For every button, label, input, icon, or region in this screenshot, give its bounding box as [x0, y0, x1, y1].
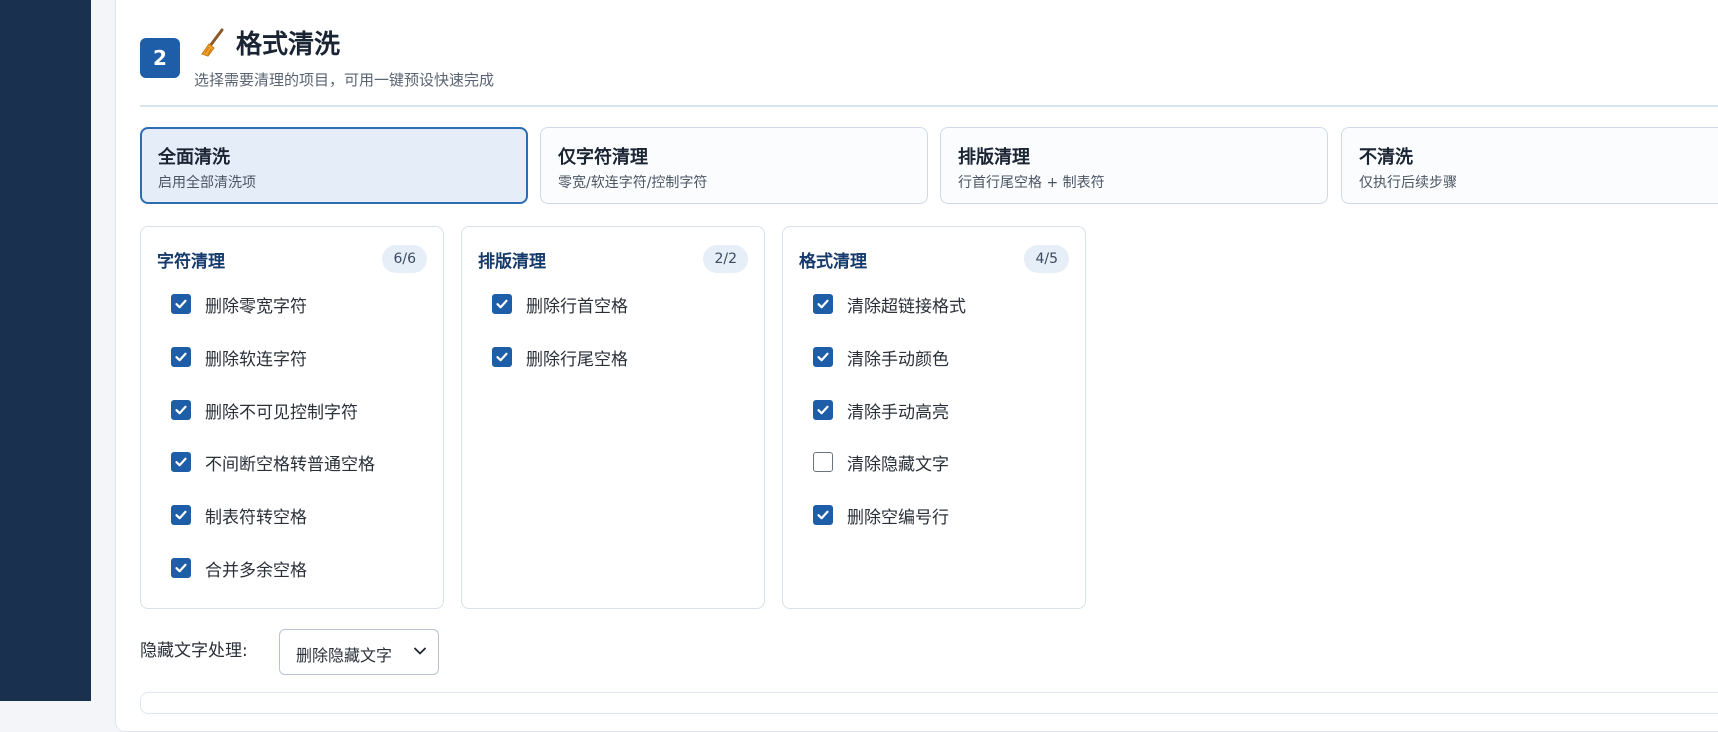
hidden-text-label: 隐藏文字处理: [140, 641, 248, 661]
option-label: 删除零宽字符 [205, 296, 307, 317]
option-zero-width[interactable]: 删除零宽字符 [171, 290, 307, 318]
option-clear-hidden-text[interactable]: 清除隐藏文字 [813, 448, 949, 476]
option-label: 删除不可见控制字符 [205, 402, 358, 423]
option-clear-color[interactable]: 清除手动颜色 [813, 343, 949, 371]
option-merge-spaces[interactable]: 合并多余空格 [171, 554, 307, 582]
preset-layout-clean[interactable]: 排版清理 行首行尾空格 + 制表符 [940, 127, 1328, 204]
checkbox-checked[interactable] [171, 347, 191, 367]
group-title: 格式清理 [799, 252, 867, 272]
option-label: 删除空编号行 [847, 507, 949, 528]
checkbox-checked[interactable] [813, 505, 833, 525]
group-title: 排版清理 [478, 252, 546, 272]
broom-icon [201, 28, 224, 57]
option-soft-hyphen[interactable]: 删除软连字符 [171, 343, 307, 371]
group-count-badge: 4/5 [1024, 245, 1069, 273]
next-section-card [140, 692, 1718, 714]
option-label: 合并多余空格 [205, 560, 307, 581]
option-label: 删除行尾空格 [526, 349, 628, 370]
group-char-clean: 字符清理 6/6 删除零宽字符 删除软连字符 删除不可见控制字符 不间断空格转普… [140, 226, 444, 609]
group-count-badge: 2/2 [703, 245, 748, 273]
option-clear-highlight[interactable]: 清除手动高亮 [813, 396, 949, 424]
option-label: 清除隐藏文字 [847, 454, 949, 475]
select-value: 删除隐藏文字 [296, 646, 393, 665]
preset-char-only[interactable]: 仅字符清理 零宽/软连字符/控制字符 [540, 127, 928, 204]
option-control-chars[interactable]: 删除不可见控制字符 [171, 396, 358, 424]
section-subtitle: 选择需要清理的项目，可用一键预设快速完成 [194, 71, 495, 89]
preset-title: 不清洗 [1359, 147, 1413, 168]
option-label: 不间断空格转普通空格 [205, 454, 375, 475]
option-label: 删除行首空格 [526, 296, 628, 317]
preset-title: 全面清洗 [158, 147, 230, 168]
checkbox-checked[interactable] [813, 294, 833, 314]
checkbox-checked[interactable] [813, 347, 833, 367]
option-label: 删除软连字符 [205, 349, 307, 370]
preset-title: 排版清理 [958, 147, 1030, 168]
checkbox-checked[interactable] [492, 294, 512, 314]
option-nbsp[interactable]: 不间断空格转普通空格 [171, 448, 375, 476]
option-trailing-space[interactable]: 删除行尾空格 [492, 343, 628, 371]
group-layout-clean: 排版清理 2/2 删除行首空格 删除行尾空格 [461, 226, 765, 609]
group-format-clean: 格式清理 4/5 清除超链接格式 清除手动颜色 清除手动高亮 清除隐藏文字 删除… [782, 226, 1086, 609]
option-label: 制表符转空格 [205, 507, 307, 528]
checkbox-checked[interactable] [492, 347, 512, 367]
checkbox-checked[interactable] [171, 400, 191, 420]
group-count-badge: 6/6 [382, 245, 427, 273]
checkbox-checked[interactable] [171, 505, 191, 525]
option-clear-hyperlink[interactable]: 清除超链接格式 [813, 290, 966, 318]
section-title: 格式清洗 [236, 30, 341, 60]
checkbox-checked[interactable] [171, 452, 191, 472]
hidden-text-select[interactable]: 删除隐藏文字 [279, 629, 439, 675]
option-label: 清除超链接格式 [847, 296, 966, 317]
preset-full-clean[interactable]: 全面清洗 启用全部清洗项 [140, 127, 528, 204]
app-sidebar [0, 0, 91, 701]
checkbox-checked[interactable] [171, 294, 191, 314]
preset-description: 零宽/软连字符/控制字符 [558, 175, 708, 191]
checkbox-unchecked[interactable] [813, 452, 833, 472]
preset-description: 仅执行后续步骤 [1359, 175, 1457, 191]
preset-title: 仅字符清理 [558, 147, 648, 168]
chevron-down-icon [414, 647, 426, 655]
preset-no-clean[interactable]: 不清洗 仅执行后续步骤 [1341, 127, 1718, 204]
option-label: 清除手动颜色 [847, 349, 949, 370]
option-tab-to-space[interactable]: 制表符转空格 [171, 501, 307, 529]
checkbox-checked[interactable] [171, 558, 191, 578]
preset-description: 行首行尾空格 + 制表符 [958, 175, 1105, 191]
option-delete-empty-numbered[interactable]: 删除空编号行 [813, 501, 949, 529]
option-label: 清除手动高亮 [847, 402, 949, 423]
step-number-badge: 2 [140, 38, 180, 78]
preset-description: 启用全部清洗项 [158, 175, 256, 191]
option-leading-space[interactable]: 删除行首空格 [492, 290, 628, 318]
group-title: 字符清理 [157, 252, 225, 272]
divider [140, 105, 1718, 107]
checkbox-checked[interactable] [813, 400, 833, 420]
